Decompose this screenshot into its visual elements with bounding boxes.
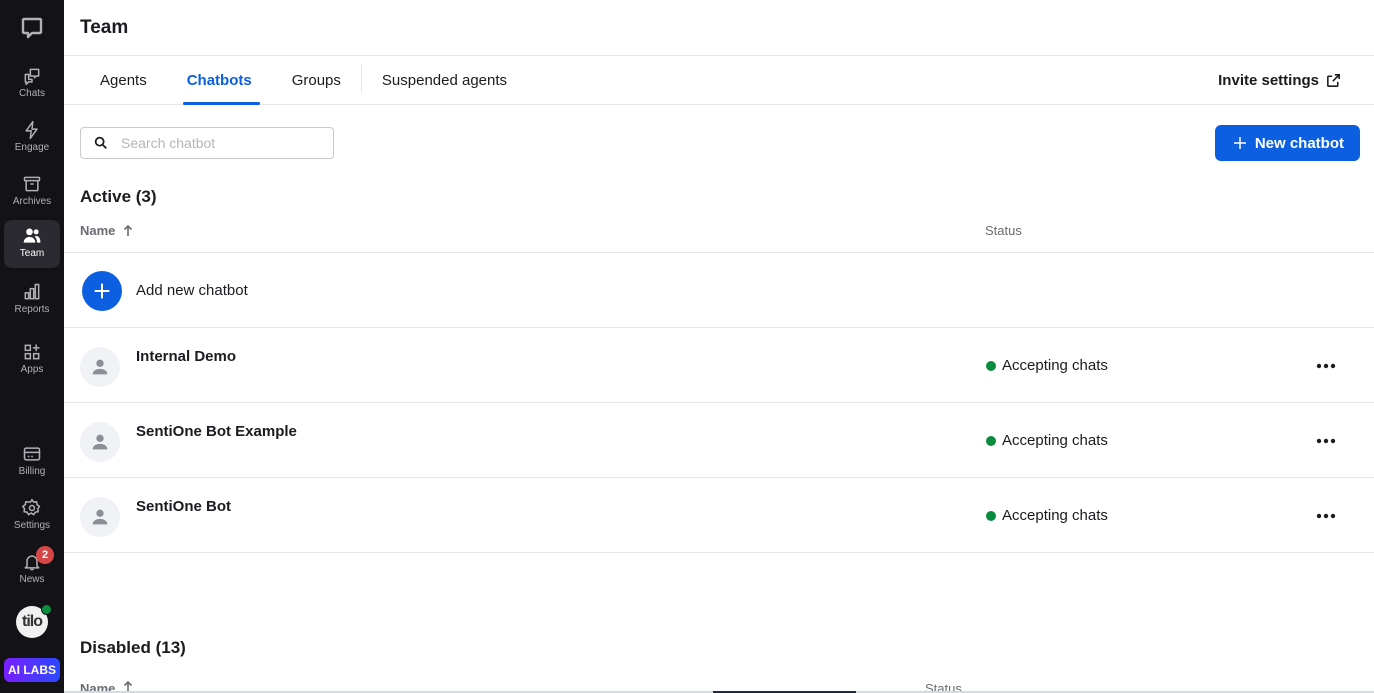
status-label: Accepting chats	[1002, 507, 1108, 524]
status-badge: Accepting chats	[986, 357, 1108, 374]
apps-icon	[24, 344, 40, 360]
chats-icon	[24, 68, 40, 86]
toolbar: New chatbot	[64, 105, 1374, 181]
notification-badge: 2	[36, 546, 54, 564]
chatbot-name[interactable]: Internal Demo	[136, 348, 236, 365]
sidebar-item-apps[interactable]: Apps	[4, 336, 60, 384]
ai-labs-button[interactable]: AI LABS	[4, 658, 60, 682]
status-label: Accepting chats	[1002, 432, 1108, 449]
online-status-dot	[41, 604, 52, 615]
more-options-button[interactable]	[1314, 506, 1338, 526]
more-horizontal-icon	[1316, 363, 1336, 369]
add-chatbot-button[interactable]	[82, 271, 122, 311]
sidebar-item-chats[interactable]: Chats	[4, 60, 60, 108]
more-horizontal-icon	[1316, 513, 1336, 519]
credit-card-icon	[23, 447, 41, 461]
sidebar-item-billing[interactable]: Billing	[4, 438, 60, 486]
new-chatbot-button[interactable]: New chatbot	[1214, 125, 1360, 161]
new-chatbot-label: New chatbot	[1254, 134, 1344, 152]
name-column-label: Name	[80, 223, 116, 238]
chat-bubble-logo-icon[interactable]	[20, 16, 44, 40]
status-badge: Accepting chats	[986, 432, 1108, 449]
disabled-section-title: Disabled (13)	[80, 638, 186, 657]
tabs-bar: Agents Chatbots Groups Suspended agents …	[64, 56, 1374, 105]
status-dot	[986, 360, 996, 371]
table-row[interactable]: Internal Demo Accepting chats	[64, 328, 1374, 403]
sidebar-item-archives[interactable]: Archives	[4, 168, 60, 216]
add-chatbot-row[interactable]: Add new chatbot	[64, 253, 1374, 328]
tab-groups[interactable]: Groups	[272, 56, 361, 104]
sidebar-item-team[interactable]: Team	[4, 220, 60, 268]
status-badge: Accepting chats	[986, 507, 1108, 524]
plus-icon	[1233, 137, 1246, 149]
name-column-header[interactable]: Name	[80, 223, 133, 238]
sidebar-item-label: News	[19, 574, 45, 585]
tab-agents[interactable]: Agents	[80, 56, 167, 104]
sidebar-item-label: Settings	[13, 520, 51, 531]
sidebar: Chats Engage Archives Team Reports Apps …	[0, 0, 64, 693]
sidebar-item-label: Chats	[18, 88, 46, 99]
sidebar-item-label: Engage	[14, 142, 50, 153]
more-options-button[interactable]	[1314, 431, 1338, 451]
tab-chatbots[interactable]: Chatbots	[167, 56, 272, 105]
sidebar-item-label: Billing	[18, 466, 46, 477]
sidebar-item-reports[interactable]: Reports	[4, 276, 60, 324]
chatbot-name[interactable]: SentiOne Bot	[136, 498, 231, 515]
sidebar-item-label: Apps	[20, 364, 44, 375]
sidebar-item-label: Team	[19, 248, 45, 259]
page-title: Team	[80, 16, 129, 38]
chatbot-avatar	[80, 497, 120, 537]
user-avatar-button[interactable]: tilo	[16, 604, 52, 638]
sidebar-item-label: Archives	[12, 196, 52, 207]
status-column-header: Status	[985, 223, 1022, 238]
person-icon	[92, 509, 108, 525]
invite-settings-label: Invite settings	[1218, 71, 1319, 89]
gear-icon	[22, 498, 41, 516]
status-dot	[986, 435, 996, 446]
person-icon	[92, 434, 108, 450]
tab-suspended-agents[interactable]: Suspended agents	[362, 56, 527, 104]
search-icon	[94, 136, 107, 149]
bar-chart-icon	[24, 283, 40, 300]
external-link-icon	[1327, 73, 1340, 87]
status-dot	[986, 510, 996, 521]
page-header: Team	[64, 0, 1374, 56]
chatbot-avatar	[80, 422, 120, 462]
more-options-button[interactable]	[1314, 356, 1338, 376]
sort-ascending-icon	[124, 224, 133, 236]
lightning-icon	[25, 120, 38, 140]
table-row[interactable]: SentiOne Bot Accepting chats	[64, 478, 1374, 553]
invite-settings-link[interactable]: Invite settings	[1218, 56, 1342, 104]
add-chatbot-label[interactable]: Add new chatbot	[136, 282, 248, 299]
search-box	[80, 127, 334, 159]
more-horizontal-icon	[1316, 438, 1336, 444]
chatbot-name[interactable]: SentiOne Bot Example	[136, 423, 297, 440]
sidebar-item-engage[interactable]: Engage	[4, 114, 60, 162]
main-content: Team Agents Chatbots Groups Suspended ag…	[64, 0, 1374, 693]
person-icon	[92, 359, 108, 375]
active-section-title: Active (3)	[80, 187, 157, 206]
status-label: Accepting chats	[1002, 357, 1108, 374]
sidebar-item-label: Reports	[14, 304, 50, 315]
table-row[interactable]: SentiOne Bot Example Accepting chats	[64, 403, 1374, 478]
chatbot-avatar	[80, 347, 120, 387]
sidebar-item-settings[interactable]: Settings	[4, 492, 60, 540]
search-input[interactable]	[121, 135, 321, 151]
sidebar-item-news[interactable]: 2 News	[4, 546, 60, 594]
archive-icon	[23, 176, 41, 192]
table-header: Name Status	[64, 213, 1374, 253]
plus-icon	[94, 283, 110, 299]
team-icon	[23, 228, 41, 243]
